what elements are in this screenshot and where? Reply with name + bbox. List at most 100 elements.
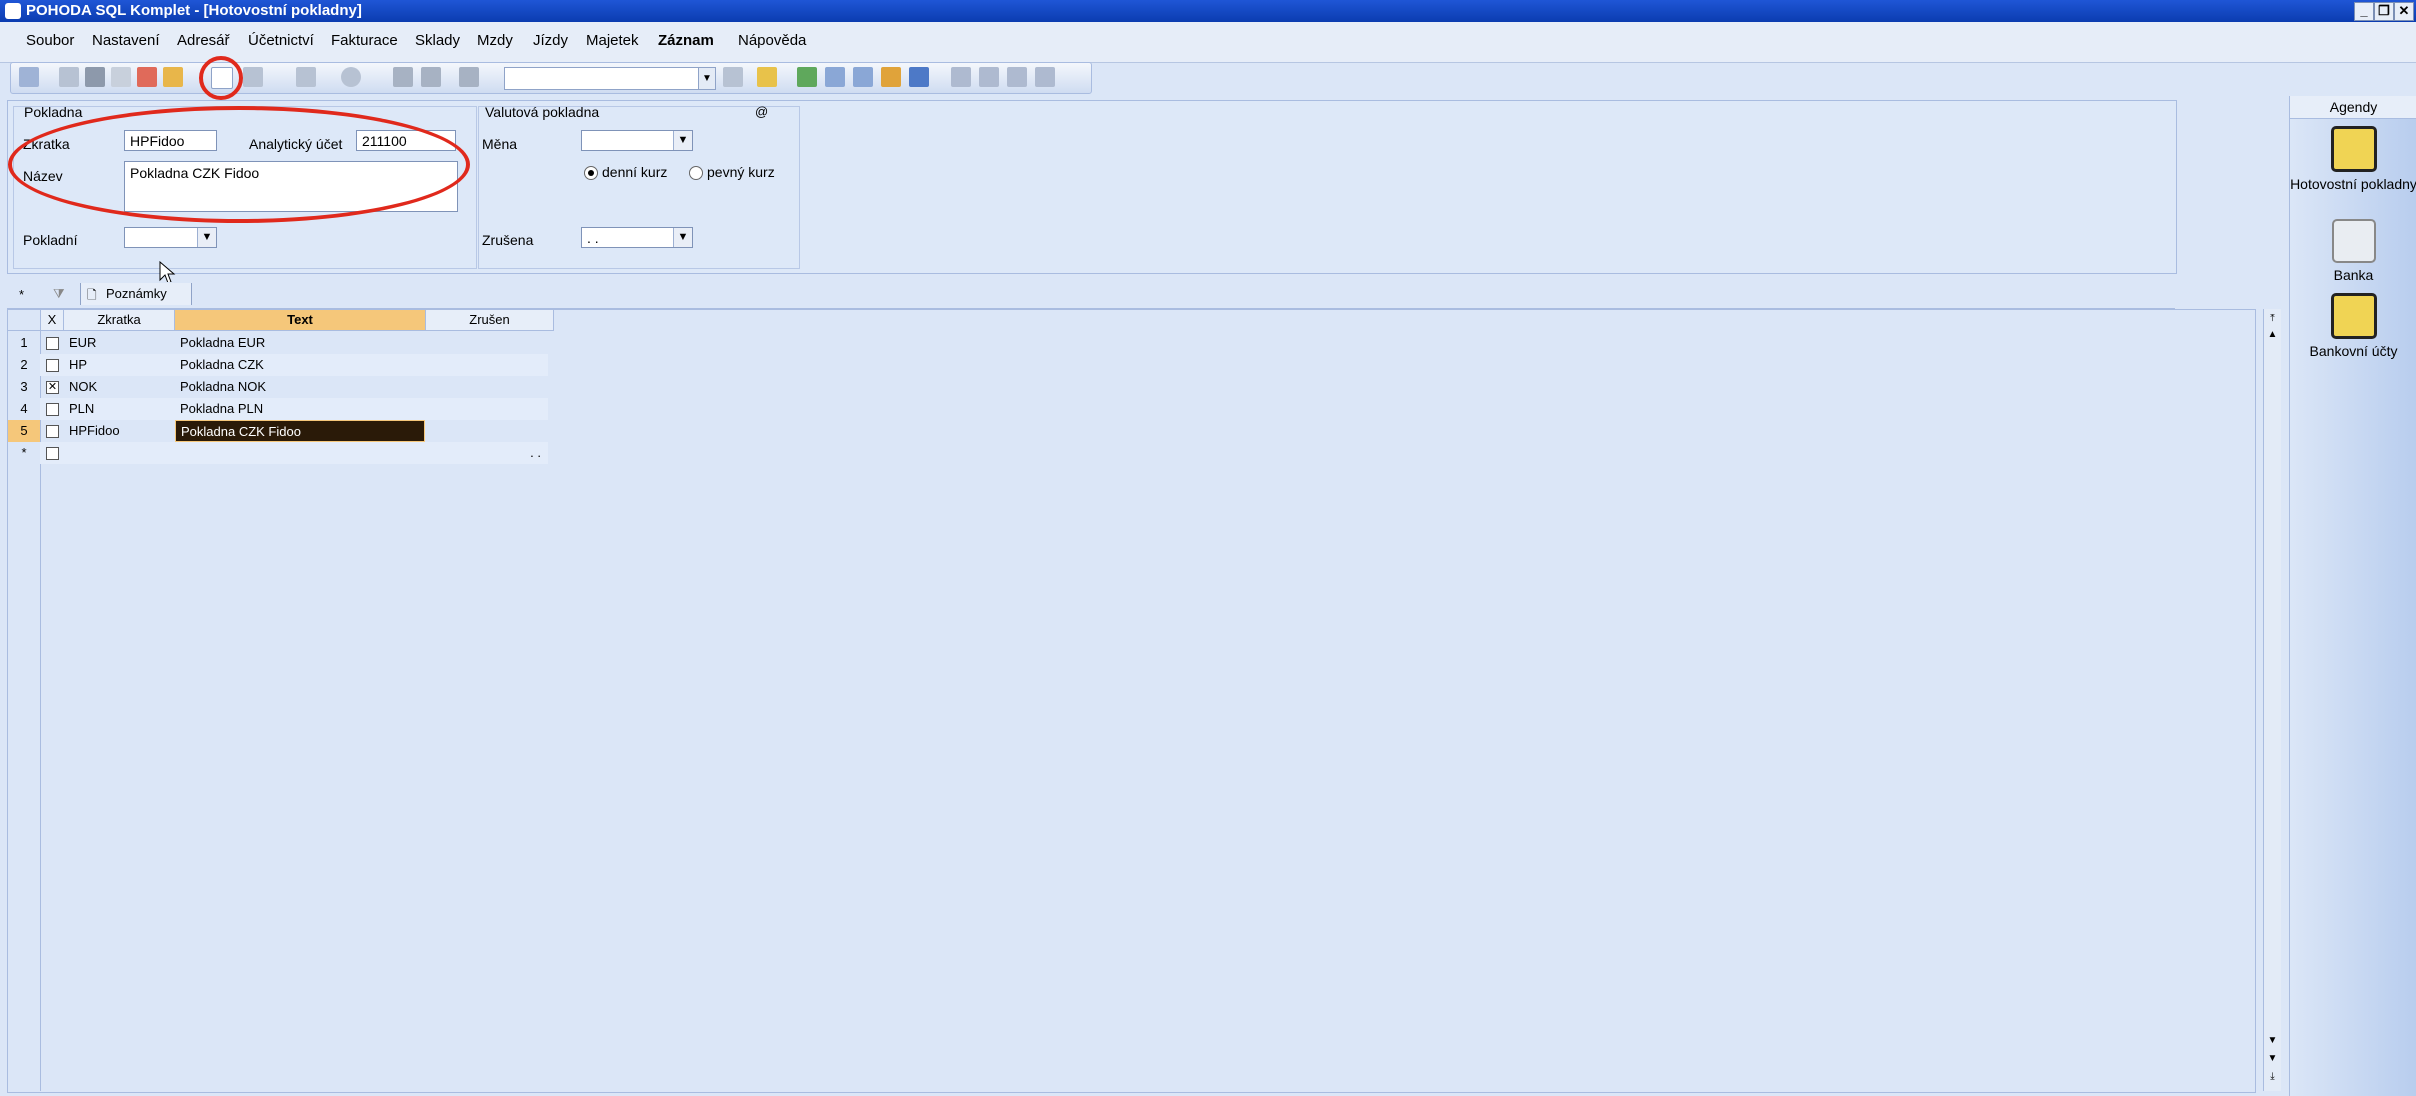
row-checkbox[interactable] <box>46 337 59 350</box>
table-row[interactable]: 1 EUR Pokladna EUR <box>8 332 548 354</box>
chevron-down-icon[interactable]: ▼ <box>197 228 216 247</box>
pokladni-combo[interactable]: ▼ <box>124 227 217 248</box>
window-icon[interactable] <box>951 67 971 87</box>
table-icon[interactable] <box>825 67 845 87</box>
cell-zrusen[interactable] <box>426 332 553 354</box>
table-row[interactable]: 4 PLN Pokladna PLN <box>8 398 548 420</box>
cell-zkratka[interactable]: EUR <box>64 332 174 354</box>
cell-zrusen[interactable] <box>426 376 553 398</box>
chevron-down-icon[interactable]: ▼ <box>673 228 692 247</box>
zrusena-field[interactable]: . . ▼ <box>581 227 693 248</box>
row-checkbox[interactable] <box>46 403 59 416</box>
menu-bar: Soubor Nastavení Adresář Účetnictví Fakt… <box>0 22 2416 63</box>
column-header-x[interactable]: X <box>41 310 64 331</box>
cell-text[interactable]: Pokladna NOK <box>175 376 425 398</box>
tab-all[interactable]: * <box>19 287 24 302</box>
menu-soubor[interactable]: Soubor <box>26 32 74 49</box>
list-icon[interactable] <box>979 67 999 87</box>
money-icon[interactable] <box>797 67 817 87</box>
check-icon[interactable] <box>243 67 263 87</box>
mena-combo[interactable]: ▼ <box>581 130 693 151</box>
minimize-button[interactable]: _ <box>2354 2 2374 21</box>
calculator-icon[interactable] <box>853 67 873 87</box>
cell-text[interactable] <box>175 442 425 464</box>
print-preview-icon[interactable] <box>59 67 79 87</box>
back-icon[interactable] <box>296 67 316 87</box>
cell-text[interactable]: Pokladna CZK <box>175 354 425 376</box>
menu-fakturace[interactable]: Fakturace <box>331 32 398 49</box>
table-row[interactable]: 2 HP Pokladna CZK <box>8 354 548 376</box>
print-icon[interactable] <box>85 67 105 87</box>
help-icon[interactable] <box>1035 67 1055 87</box>
cell-zkratka[interactable]: HPFidoo <box>64 420 174 442</box>
menu-zaznam[interactable]: Záznam <box>658 32 714 49</box>
restore-button[interactable]: ❐ <box>2374 2 2394 21</box>
copy-icon[interactable] <box>459 67 479 87</box>
cell-zrusen[interactable] <box>426 398 553 420</box>
cell-zrusen[interactable] <box>426 354 553 376</box>
pevny-kurz-radio[interactable] <box>689 166 703 180</box>
cell-zrusen[interactable] <box>426 420 553 442</box>
cell-zrusen[interactable]: . . <box>426 442 553 464</box>
cell-text-active[interactable]: Pokladna CZK Fidoo <box>175 420 425 442</box>
column-header-text[interactable]: Text <box>175 310 426 331</box>
cell-zkratka[interactable]: PLN <box>64 398 174 420</box>
scroll-up-icon[interactable]: ▲ <box>2264 327 2281 343</box>
table-row-new[interactable]: * . . <box>8 442 548 464</box>
close-button[interactable]: ✕ <box>2394 2 2414 21</box>
cell-zkratka[interactable]: HP <box>64 354 174 376</box>
save-icon[interactable] <box>393 67 413 87</box>
row-checkbox[interactable] <box>46 447 59 460</box>
at-icon[interactable]: @ <box>755 104 768 119</box>
menu-ucetnictvi[interactable]: Účetnictví <box>248 32 314 49</box>
export-icon[interactable] <box>163 67 183 87</box>
gear-icon[interactable] <box>341 67 361 87</box>
menu-jizdy[interactable]: Jízdy <box>533 32 568 49</box>
iban-icon[interactable] <box>909 67 929 87</box>
agenda-item-label: Banka <box>2333 267 2374 283</box>
filter-icon[interactable]: ⧩ <box>53 286 65 302</box>
cell-zkratka[interactable] <box>64 442 174 464</box>
preview-icon[interactable] <box>111 67 131 87</box>
app-icon <box>5 3 21 19</box>
scroll-bottom-icon[interactable]: ⤓ <box>2264 1069 2281 1085</box>
cell-text[interactable]: Pokladna EUR <box>175 332 425 354</box>
pdf-icon[interactable] <box>137 67 157 87</box>
chevron-down-icon[interactable]: ▼ <box>698 68 715 89</box>
form-icon[interactable] <box>1007 67 1027 87</box>
tab-poznamky[interactable]: 🗋 Poznámky <box>80 283 192 305</box>
column-header-zkratka[interactable]: Zkratka <box>64 310 175 331</box>
save-as-icon[interactable] <box>421 67 441 87</box>
table-scrollbar[interactable]: ⤒ ▲ ▼ ▼ ⤓ <box>2263 309 2281 1091</box>
menu-adresar[interactable]: Adresář <box>177 32 230 49</box>
cash-register-icon <box>2330 126 2377 172</box>
menu-majetek[interactable]: Majetek <box>586 32 639 49</box>
table-row-selected[interactable]: 5 HPFidoo Pokladna CZK Fidoo <box>8 420 548 442</box>
row-checkbox[interactable] <box>46 425 59 438</box>
scroll-page-down-icon[interactable]: ▼ <box>2264 1051 2281 1067</box>
row-checkbox[interactable] <box>46 359 59 372</box>
agenda-item-bankovni-ucty[interactable]: Bankovní účty <box>2290 293 2416 359</box>
folder-icon[interactable] <box>757 67 777 87</box>
scroll-top-icon[interactable]: ⤒ <box>2264 311 2281 327</box>
bank-account-icon <box>2330 293 2377 339</box>
row-number-header <box>8 310 41 331</box>
filter-clear-icon[interactable] <box>723 67 743 87</box>
coins-icon[interactable] <box>881 67 901 87</box>
scroll-down-icon[interactable]: ▼ <box>2264 1033 2281 1049</box>
denni-kurz-radio[interactable] <box>584 166 598 180</box>
cell-text[interactable]: Pokladna PLN <box>175 398 425 420</box>
menu-sklady[interactable]: Sklady <box>415 32 460 49</box>
toggle-icon[interactable] <box>19 67 39 87</box>
cell-zkratka[interactable]: NOK <box>64 376 174 398</box>
menu-napoveda[interactable]: Nápověda <box>738 32 806 49</box>
agenda-item-banka[interactable]: Banka <box>2290 219 2416 283</box>
quick-search-combo[interactable]: ▼ <box>504 67 716 90</box>
table-row[interactable]: 3 ✕ NOK Pokladna NOK <box>8 376 548 398</box>
menu-mzdy[interactable]: Mzdy <box>477 32 513 49</box>
chevron-down-icon[interactable]: ▼ <box>673 131 692 150</box>
column-header-zrusen[interactable]: Zrušen <box>426 310 554 331</box>
menu-nastaveni[interactable]: Nastavení <box>92 32 160 49</box>
agenda-item-hotovostni-pokladny[interactable]: Hotovostní pokladny <box>2290 126 2416 192</box>
row-checkbox-checked[interactable]: ✕ <box>46 381 59 394</box>
